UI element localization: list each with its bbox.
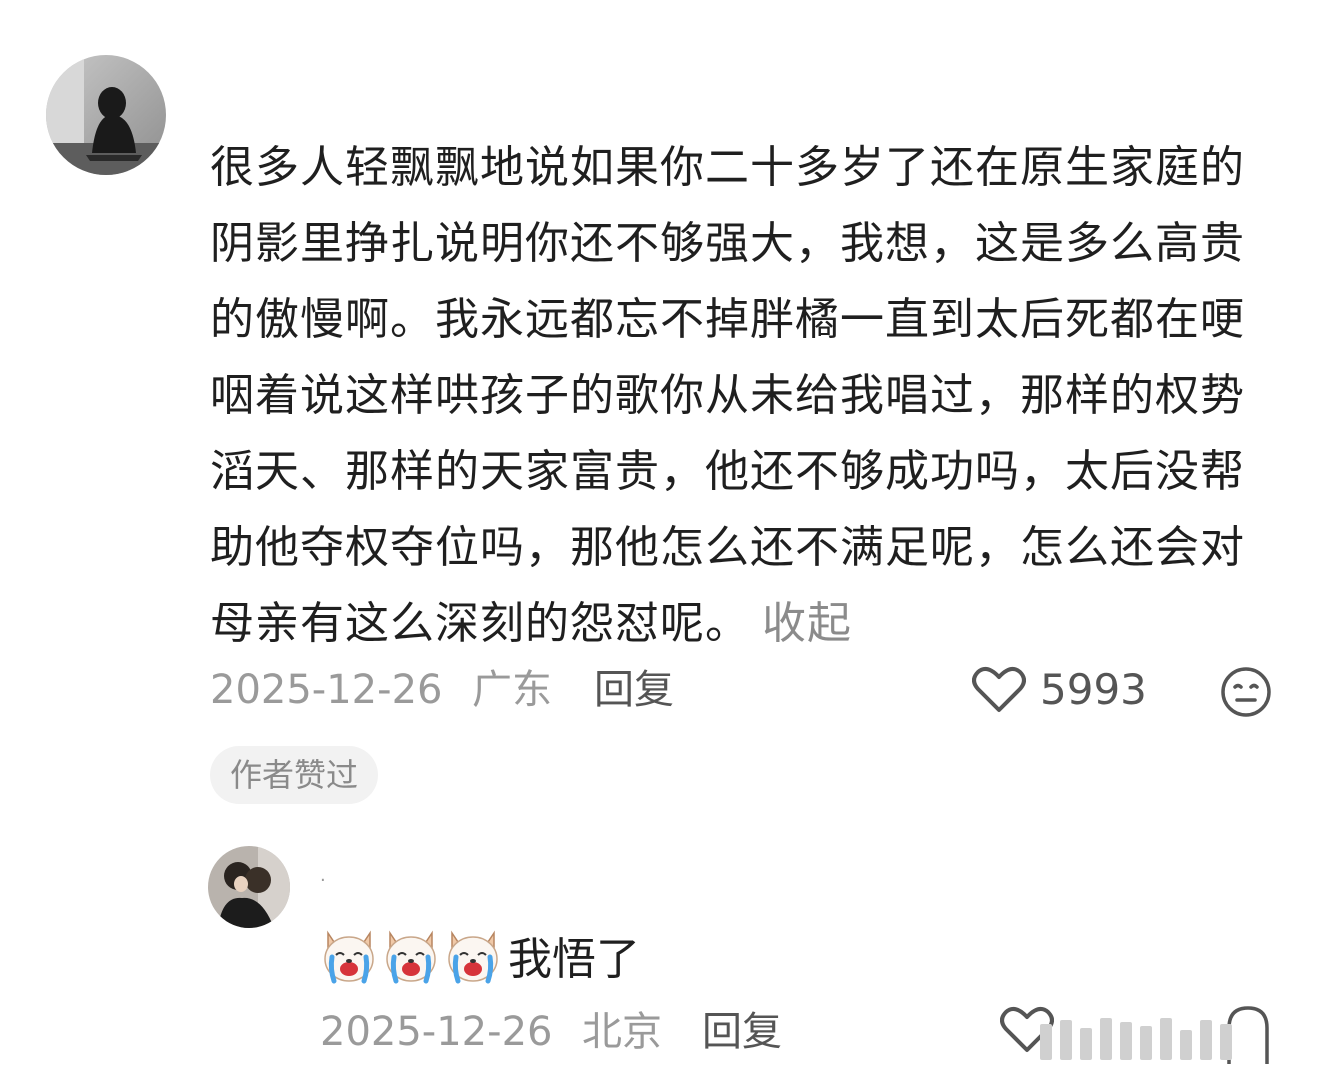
crying-dog-sticker-icon — [386, 930, 436, 984]
collapse-link[interactable]: 收起 — [762, 598, 852, 649]
comment-body-text: 很多人轻飘飘地说如果你二十多岁了还在原生家庭的阴影里挣扎说明你还不够强大，我想，… — [210, 142, 1245, 649]
crying-dog-sticker-icon — [448, 930, 498, 984]
reply-location: 北京 — [582, 1009, 662, 1055]
reply-username[interactable]: · — [320, 870, 326, 891]
neutral-face-icon[interactable] — [1220, 666, 1272, 718]
reply-date: 2025-12-26 — [320, 1009, 553, 1055]
reply-text: 我悟了 — [508, 934, 640, 985]
comment-location: 广东 — [472, 667, 552, 713]
watermark — [1040, 1016, 1250, 1060]
comment-text: 很多人轻飘飘地说如果你二十多岁了还在原生家庭的阴影里挣扎说明你还不够强大，我想，… — [210, 130, 1270, 662]
reply-reply-button[interactable]: 回复 — [702, 1002, 782, 1062]
reply-avatar[interactable] — [208, 846, 290, 928]
heart-outline-icon — [972, 666, 1026, 712]
like-count: 5993 — [1040, 665, 1147, 714]
comment-date: 2025-12-26 — [210, 667, 443, 713]
author-liked-badge: 作者赞过 — [210, 746, 379, 804]
comment-meta: 2025-12-26 广东 回复 5993 — [210, 660, 1290, 720]
avatar[interactable] — [46, 55, 166, 175]
hooded-figure-avatar-icon — [46, 55, 166, 175]
crying-dog-sticker-icon — [324, 930, 374, 984]
like-button[interactable]: 5993 — [972, 660, 1147, 720]
reply-button[interactable]: 回复 — [594, 660, 674, 720]
reply-content: 我悟了 — [320, 920, 640, 990]
couple-photo-avatar-icon — [208, 846, 290, 928]
